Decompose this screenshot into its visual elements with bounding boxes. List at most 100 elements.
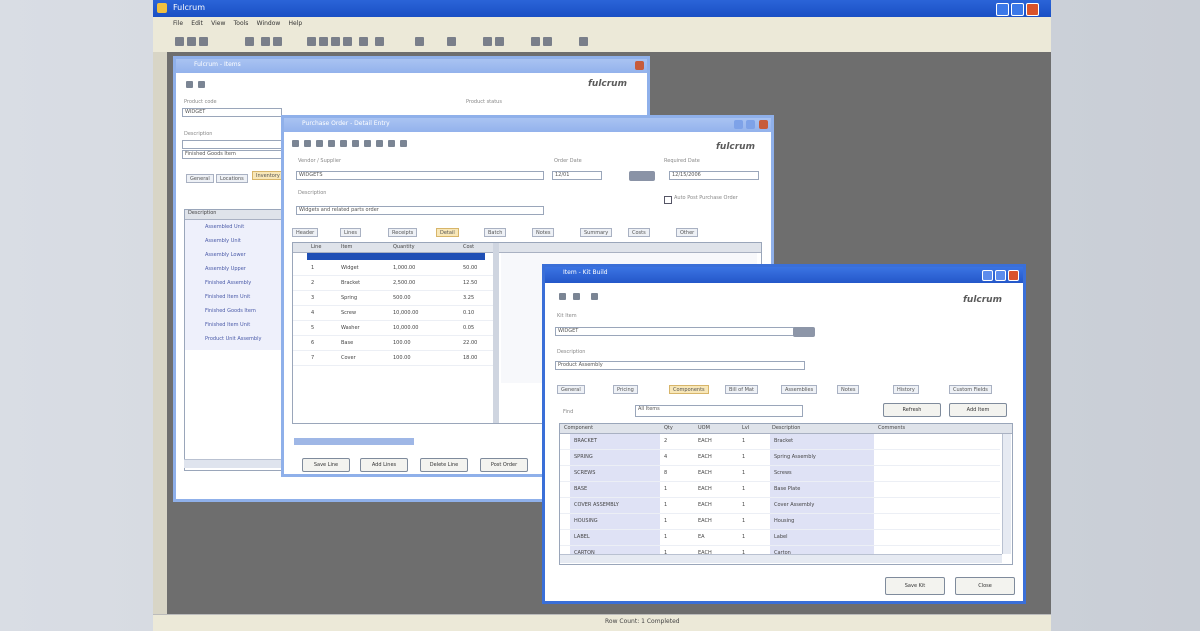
table-row[interactable]: HOUSING 1 EACH 1 Housing [560, 514, 1000, 530]
menu-help[interactable]: Help [289, 20, 303, 27]
save-icon[interactable] [316, 140, 323, 147]
maximize-icon[interactable] [1011, 3, 1024, 16]
description-field[interactable]: Product Assembly [555, 361, 805, 370]
copy-icon[interactable] [273, 37, 282, 46]
tab-0[interactable]: Header [292, 228, 319, 237]
tab-4[interactable]: Assemblies [781, 385, 818, 394]
table-row[interactable]: COVER ASSEMBLY 1 EACH 1 Cover Assembly [560, 498, 1000, 514]
list-item[interactable]: Finished Goods Item [205, 304, 283, 318]
list-item[interactable]: Finished Item Unit [205, 318, 283, 332]
open-icon[interactable] [304, 140, 311, 147]
horizontal-scrollbar[interactable] [184, 459, 284, 468]
help-icon[interactable] [579, 37, 588, 46]
tab-0[interactable]: General [557, 385, 585, 394]
col-cost[interactable]: Cost [463, 244, 474, 250]
col-quantity[interactable]: Quantity [393, 244, 415, 250]
menu-file[interactable]: File [173, 20, 183, 27]
product-code-field[interactable]: WIDGET [182, 108, 282, 117]
print-icon[interactable] [245, 37, 254, 46]
cascade-icon[interactable] [543, 37, 552, 46]
chart-icon[interactable] [495, 37, 504, 46]
col-item[interactable]: Item [341, 244, 352, 250]
tab-3[interactable]: Bill of Mat [725, 385, 758, 394]
find-icon[interactable] [359, 37, 368, 46]
tab-4[interactable]: Batch [484, 228, 507, 237]
table-row[interactable]: 5 Washer 10,000.00 0.05 [293, 321, 493, 336]
list-item[interactable]: Assembly Lower [205, 248, 283, 262]
description-field[interactable] [182, 140, 282, 149]
last-icon[interactable] [388, 140, 395, 147]
close-button[interactable]: Close [955, 577, 1015, 595]
tab-7[interactable]: Custom Fields [949, 385, 992, 394]
list-item[interactable]: Assembly Unit [205, 234, 283, 248]
table-row[interactable]: BRACKET 2 EACH 1 Bracket [560, 434, 1000, 450]
prev-icon[interactable] [364, 140, 371, 147]
refresh-button[interactable]: Refresh [883, 403, 941, 417]
cut-icon[interactable] [261, 37, 270, 46]
next-icon[interactable] [376, 140, 383, 147]
next-record-icon[interactable] [331, 37, 340, 46]
close-icon[interactable] [635, 61, 644, 70]
new-icon[interactable] [292, 140, 299, 147]
window-icon[interactable] [531, 37, 540, 46]
minimize-icon[interactable] [982, 270, 993, 281]
vertical-scrollbar[interactable] [1002, 434, 1011, 554]
horizontal-scrollbar[interactable] [560, 554, 1002, 563]
first-record-icon[interactable] [307, 37, 316, 46]
find-dropdown[interactable]: All Items [635, 405, 803, 417]
tab-general[interactable]: General [186, 174, 214, 183]
col-component[interactable]: Component [564, 425, 593, 431]
table-row[interactable]: 7 Cover 100.00 18.00 [293, 351, 493, 366]
tab-2[interactable]: Receipts [388, 228, 418, 237]
lookup-icon[interactable] [793, 327, 815, 337]
open-icon[interactable] [187, 37, 196, 46]
list-item[interactable]: Assembled Unit [205, 220, 283, 234]
new-icon[interactable] [175, 37, 184, 46]
table-row[interactable]: 3 Spring 500.00 3.25 [293, 291, 493, 306]
tab-locations[interactable]: Locations [216, 174, 248, 183]
tab-7[interactable]: Costs [628, 228, 650, 237]
col-qty[interactable]: Qty [664, 425, 673, 431]
back-icon[interactable] [559, 293, 566, 300]
tab-5[interactable]: Notes [837, 385, 860, 394]
tab-5[interactable]: Notes [532, 228, 555, 237]
product-status-field[interactable]: Finished Goods Item [182, 150, 282, 159]
save-icon[interactable] [199, 37, 208, 46]
table-row[interactable]: 1 Widget 1,000.00 50.00 [293, 261, 493, 276]
table-row[interactable]: 2 Bracket 2,500.00 12.50 [293, 276, 493, 291]
add-lines-button[interactable]: Add Lines [360, 458, 408, 472]
save-line-button[interactable]: Save Line [302, 458, 350, 472]
forward-icon[interactable] [573, 293, 580, 300]
splitter[interactable] [493, 243, 499, 423]
list-item[interactable]: Product Unit Assembly [205, 332, 283, 346]
tab-1[interactable]: Lines [340, 228, 362, 237]
menu-edit[interactable]: Edit [191, 20, 203, 27]
horizontal-scrollbar[interactable] [294, 438, 414, 445]
col-description[interactable]: Description [772, 425, 800, 431]
calendar-icon[interactable] [629, 171, 655, 181]
delete-icon[interactable] [328, 140, 335, 147]
sort-icon[interactable] [447, 37, 456, 46]
kit-item-field[interactable]: WIDGET [555, 327, 805, 336]
order-date-field[interactable]: 12/01 [552, 171, 602, 180]
required-date-field[interactable]: 12/15/2006 [669, 171, 759, 180]
list-item[interactable]: Finished Assembly [205, 276, 283, 290]
auto-post-checkbox[interactable] [664, 196, 672, 204]
delete-line-button[interactable]: Delete Line [420, 458, 468, 472]
report-icon[interactable] [483, 37, 492, 46]
vendor-field[interactable]: WIDGETS [296, 171, 544, 180]
menu-tools[interactable]: Tools [234, 20, 249, 27]
tab-inventory[interactable]: Inventory [252, 171, 284, 180]
tab-2[interactable]: Components [669, 385, 709, 394]
prev-record-icon[interactable] [319, 37, 328, 46]
col-line[interactable]: Line [311, 244, 321, 250]
tab-6[interactable]: History [893, 385, 919, 394]
tab-8[interactable]: Other [676, 228, 699, 237]
help-icon[interactable] [400, 140, 407, 147]
list-item[interactable]: Assembly Upper [205, 262, 283, 276]
last-record-icon[interactable] [343, 37, 352, 46]
add-item-button[interactable]: Add Item [949, 403, 1007, 417]
table-row[interactable]: 6 Base 100.00 22.00 [293, 336, 493, 351]
close-icon[interactable] [1026, 3, 1039, 16]
first-icon[interactable] [352, 140, 359, 147]
